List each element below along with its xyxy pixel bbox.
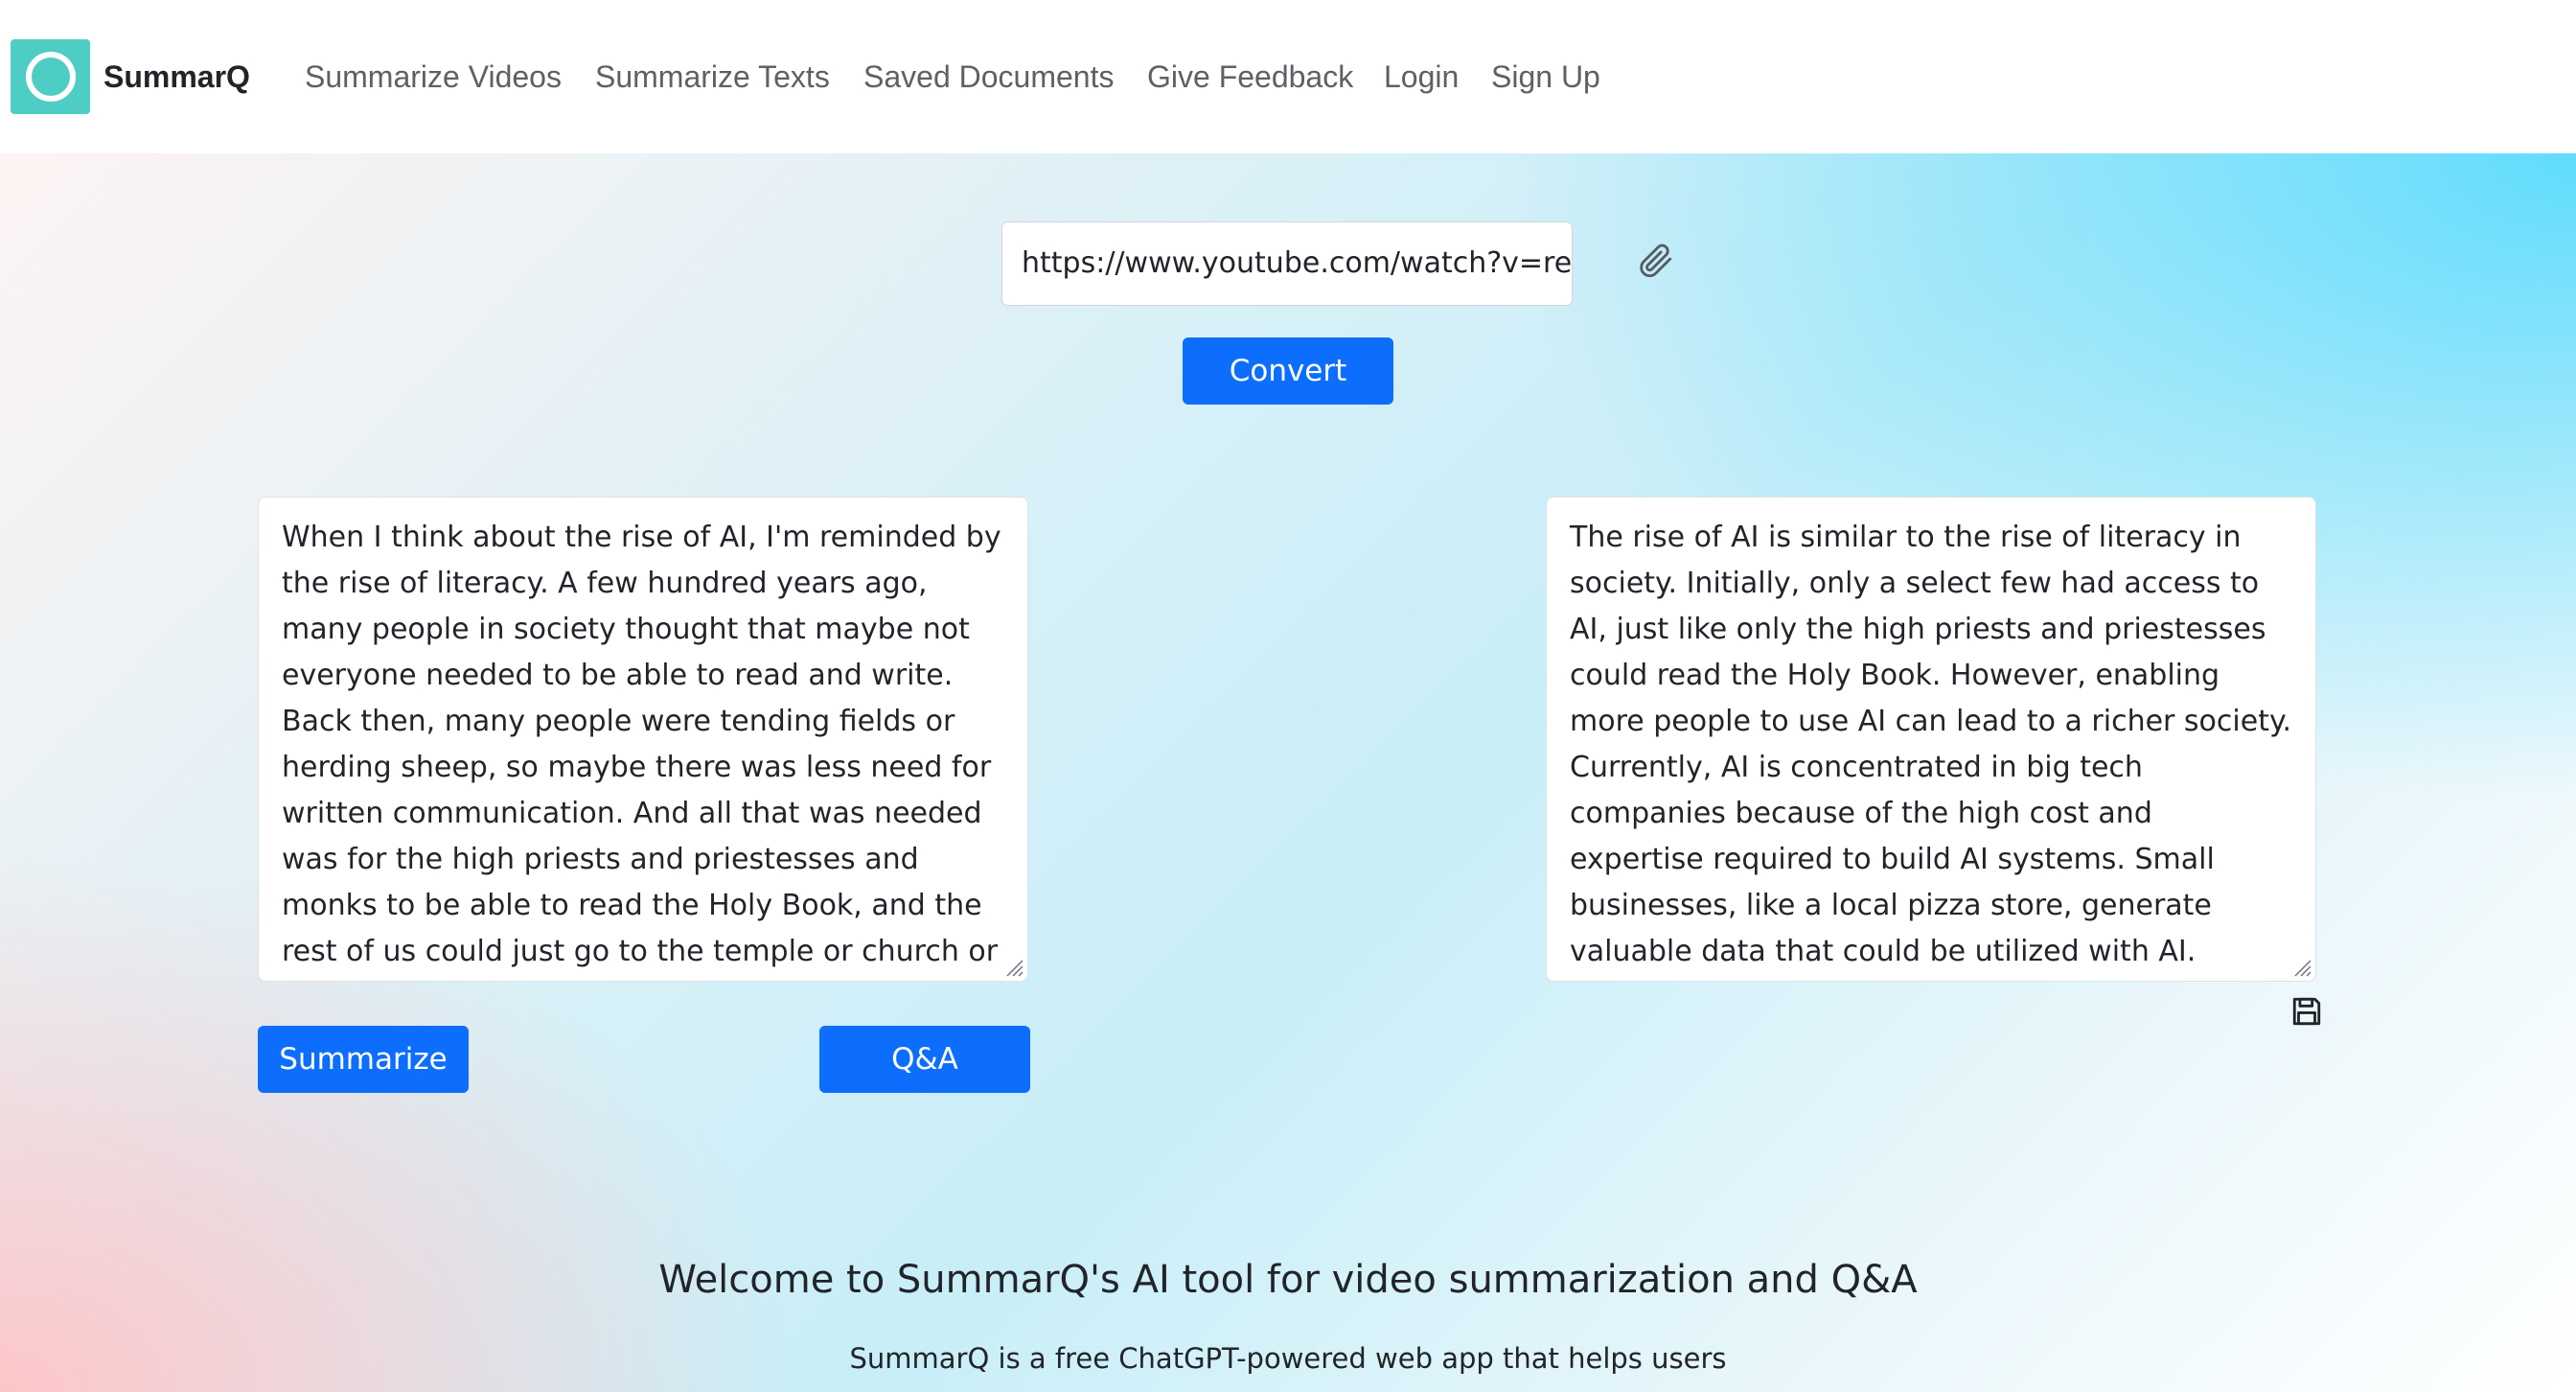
nav-summarize-texts[interactable]: Summarize Texts [595, 56, 830, 98]
summarize-button[interactable]: Summarize [258, 1026, 469, 1093]
transcript-text: When I think about the rise of AI, I'm r… [282, 521, 1001, 968]
floppy-disk-icon[interactable] [2290, 995, 2323, 1028]
nav-sign-up[interactable]: Sign Up [1491, 56, 1600, 98]
nav-give-feedback[interactable]: Give Feedback [1147, 56, 1353, 98]
nav-login[interactable]: Login [1384, 56, 1459, 98]
resize-handle-icon[interactable] [1003, 957, 1024, 978]
paperclip-icon[interactable] [1635, 240, 1675, 280]
welcome-subtitle: SummarQ is a free ChatGPT-powered web ap… [849, 1342, 1727, 1375]
qa-button[interactable]: Q&A [819, 1026, 1030, 1093]
brand-name[interactable]: SummarQ [104, 56, 250, 98]
welcome-heading: Welcome to SummarQ's AI tool for video s… [658, 1258, 1918, 1302]
resize-handle-icon[interactable] [2291, 957, 2312, 978]
summarq-logo[interactable] [11, 39, 90, 114]
summary-text: The rise of AI is similar to the rise of… [1570, 521, 2291, 968]
convert-button[interactable]: Convert [1183, 337, 1393, 405]
summary-textarea[interactable]: The rise of AI is similar to the rise of… [1546, 497, 2316, 982]
video-url-input[interactable]: https://www.youtube.com/watch?v=reUZRyXx… [1001, 221, 1573, 306]
transcript-textarea[interactable]: When I think about the rise of AI, I'm r… [258, 497, 1028, 982]
nav-summarize-videos[interactable]: Summarize Videos [305, 56, 562, 98]
top-navbar: SummarQ Summarize Videos Summarize Texts… [0, 0, 2576, 153]
nav-saved-documents[interactable]: Saved Documents [863, 56, 1114, 98]
logo-ring-icon [26, 52, 76, 102]
